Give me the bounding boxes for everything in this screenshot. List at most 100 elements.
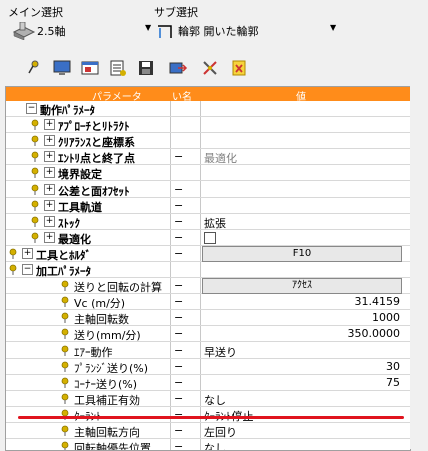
expand-icon[interactable]: +: [22, 247, 33, 259]
parameter-value[interactable]: 30: [386, 360, 400, 373]
parameter-name: ｸﾘｱﾗﾝｽと座標系: [58, 136, 135, 150]
parameter-key-icon: [61, 441, 69, 450]
sub-select-combo[interactable]: 輪郭 開いた輪郭 ▼: [154, 20, 342, 40]
save-icon[interactable]: [136, 58, 156, 78]
parameter-key-icon: [31, 184, 39, 195]
table-row[interactable]: + ｸﾘｱﾗﾝｽと座標系: [6, 133, 410, 150]
parameter-unit: −: [174, 279, 184, 293]
parameter-value[interactable]: 350.0000: [348, 327, 401, 340]
table-row[interactable]: 送り(mm/分) − 350.0000: [6, 326, 410, 343]
table-row[interactable]: − 加工ﾊﾟﾗﾒｰﾀ: [6, 262, 410, 278]
parameter-value[interactable]: なし: [204, 392, 226, 408]
pin-icon[interactable]: [24, 58, 44, 78]
expand-icon[interactable]: +: [44, 231, 55, 243]
parameter-unit: −: [174, 182, 184, 196]
parameter-name: 主軸回転方向: [74, 426, 140, 439]
expand-icon[interactable]: +: [44, 215, 55, 227]
collapse-icon[interactable]: −: [26, 103, 37, 114]
table-row[interactable]: ﾌﾟﾗﾝｼﾞ送り(%) − 30: [6, 359, 410, 375]
parameter-value[interactable]: 1000: [372, 311, 400, 324]
table-row[interactable]: 工具補正有効 − なし: [6, 391, 410, 407]
scrollbar[interactable]: [410, 86, 428, 449]
list-icon[interactable]: [108, 58, 128, 78]
parameter-unit: −: [174, 214, 184, 228]
parameter-name: 送り(mm/分): [74, 329, 141, 343]
parameter-name: ｺｰﾅｰ送り(%): [74, 377, 138, 391]
window-icon[interactable]: [80, 58, 100, 78]
parameter-key-icon: [31, 119, 39, 131]
parameter-unit: −: [174, 424, 184, 437]
chevron-down-icon: ▼: [330, 23, 337, 32]
parameter-unit: −: [174, 327, 184, 341]
parameter-unit: −: [174, 311, 184, 325]
highlight-underline: [18, 416, 404, 419]
table-row[interactable]: + 境界設定: [6, 165, 410, 182]
toolbar: [0, 52, 428, 86]
parameter-value[interactable]: 左回り: [204, 424, 237, 440]
table-row[interactable]: + 工具軌道 −: [6, 198, 410, 214]
table-row[interactable]: 送りと回転の計算 − ｱｸｾｽ: [6, 278, 410, 295]
parameter-key-icon: [61, 328, 69, 340]
parameter-name: Vc (m/分): [74, 297, 126, 311]
table-row[interactable]: Vc (m/分) − 31.4159: [6, 294, 410, 311]
parameter-name: ﾌﾟﾗﾝｼﾞ送り(%): [74, 361, 149, 375]
expand-icon[interactable]: +: [44, 167, 55, 179]
parameter-unit: −: [174, 359, 184, 373]
parameter-name: 送りと回転の計算: [74, 281, 162, 295]
parameter-name: ｱﾌﾟﾛｰﾁとﾘﾄﾗｸﾄ: [58, 120, 130, 134]
parameter-key-icon: [61, 296, 69, 308]
monitor-icon[interactable]: [52, 58, 72, 78]
parameter-name: 公差と面ｵﾌｾｯﾄ: [58, 184, 130, 198]
parameter-unit: −: [174, 375, 184, 389]
table-row[interactable]: + ｽﾄｯｸ − 拡張: [6, 214, 410, 230]
table-row[interactable]: ｸｰﾗﾝﾄ−ｸｰﾗﾝﾄ停止: [6, 407, 410, 423]
main-select-value: 2.5軸: [37, 25, 66, 38]
open-contour-icon: [158, 25, 172, 38]
value-button[interactable]: ｱｸｾｽ: [202, 278, 402, 295]
table-row[interactable]: + ｱﾌﾟﾛｰﾁとﾘﾄﾗｸﾄ: [6, 117, 410, 134]
parameter-name: ｽﾄｯｸ: [58, 216, 80, 230]
parameter-unit: −: [174, 440, 184, 451]
table-row[interactable]: 主軸回転数 − 1000: [6, 310, 410, 327]
expand-icon[interactable]: +: [44, 135, 55, 147]
parameter-key-icon: [9, 264, 17, 275]
table-row[interactable]: 回転軸優先位置 − なし: [6, 439, 410, 451]
parameter-key-icon: [31, 200, 39, 211]
table-row[interactable]: ｺｰﾅｰ送り(%) − 75: [6, 375, 410, 391]
table-row[interactable]: − 動作ﾊﾟﾗﾒｰﾀ: [6, 101, 410, 117]
parameter-value[interactable]: 75: [386, 376, 400, 389]
parameter-value[interactable]: 早送り: [204, 344, 237, 360]
value-button[interactable]: F10: [202, 245, 402, 262]
table-row[interactable]: + ｴﾝﾄﾘ点と終了点 − 最適化: [6, 149, 410, 166]
parameter-name: 加工ﾊﾟﾗﾒｰﾀ: [36, 265, 91, 278]
parameter-unit: −: [174, 246, 184, 260]
parameter-value[interactable]: なし: [204, 440, 226, 450]
parameter-value[interactable]: 31.4159: [355, 295, 401, 308]
snap-icon[interactable]: [230, 58, 250, 78]
milling-2-5axis-icon: [12, 22, 36, 40]
parameter-unit: −: [174, 230, 184, 244]
expand-icon[interactable]: +: [44, 199, 55, 211]
expand-icon[interactable]: +: [44, 151, 55, 163]
export-icon[interactable]: [168, 58, 188, 78]
table-row[interactable]: ｴｱｰ動作 − 早送り: [6, 343, 410, 359]
expand-icon[interactable]: +: [44, 119, 55, 131]
expand-icon[interactable]: +: [44, 183, 55, 195]
parameter-name: 主軸回転数: [74, 313, 129, 327]
parameter-value[interactable]: 拡張: [204, 215, 226, 231]
table-row[interactable]: 主軸回転方向 − 左回り: [6, 423, 410, 439]
parameter-value[interactable]: 最適化: [204, 150, 237, 166]
value-checkbox[interactable]: [204, 231, 216, 244]
table-row[interactable]: + 公差と面ｵﾌｾｯﾄ −: [6, 182, 410, 198]
parameter-key-icon: [31, 151, 39, 163]
table-header: パラメータ い名 値: [6, 87, 410, 103]
parameter-table: パラメータ い名 値 − 動作ﾊﾟﾗﾒｰﾀ + ｱﾌﾟﾛｰﾁとﾘﾄﾗｸﾄ + ｸﾘｱﾗﾝｽ…: [5, 86, 411, 451]
table-row[interactable]: + 最適化 −: [6, 230, 410, 246]
parameter-name: 境界設定: [58, 168, 102, 182]
collapse-icon[interactable]: −: [22, 264, 33, 275]
parameter-unit: −: [174, 150, 184, 164]
table-row[interactable]: + 工具とﾎﾙﾀﾞ − F10: [6, 245, 410, 262]
main-select-combo[interactable]: 2.5軸 ▼: [8, 20, 153, 40]
parameter-key-icon: [61, 393, 69, 404]
tools-icon[interactable]: [200, 58, 220, 78]
